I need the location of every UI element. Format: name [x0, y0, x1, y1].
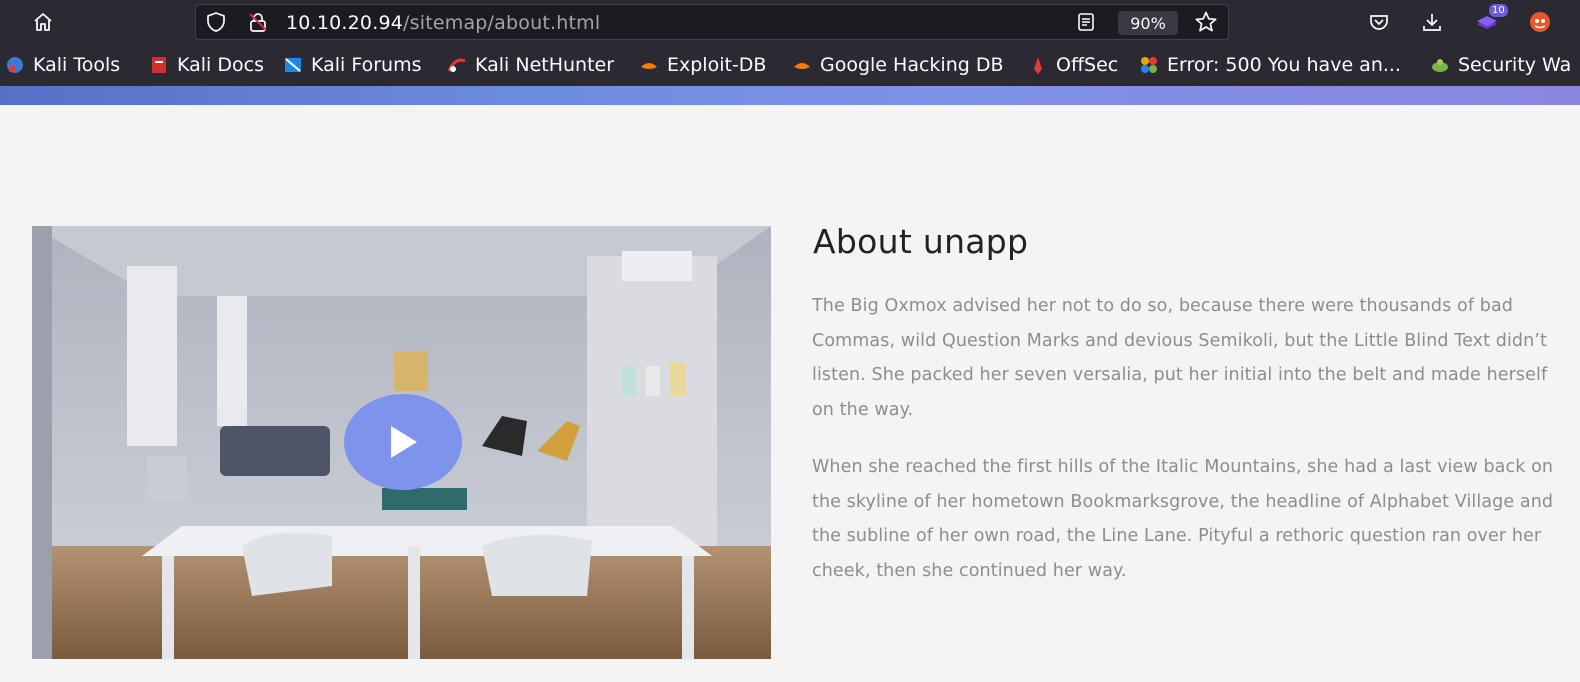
bookmark-label: Kali Forums [311, 54, 422, 76]
bookmark-offsec[interactable]: OffSec [1028, 44, 1118, 86]
lock-warning-icon[interactable] [246, 10, 270, 34]
about-paragraph-2: When she reached the first hills of the … [812, 457, 1554, 581]
about-paragraph-1: The Big Oxmox advised her not to do so, … [812, 296, 1548, 420]
exploit-db-icon [639, 55, 659, 75]
joomla-icon [1139, 55, 1159, 75]
bookmark-security-wa[interactable]: Security Wa [1430, 44, 1571, 86]
browser-toolbar: 10.10.20.94/sitemap/about.html 90% 10 [0, 0, 1580, 44]
bookmark-label: Kali Docs [177, 54, 264, 76]
bookmark-label: Google Hacking DB [820, 54, 1004, 76]
bookmark-kali-forums[interactable]: Kali Forums [283, 44, 422, 86]
about-heading: About unapp [813, 222, 1029, 261]
url-host: 10.10.20.94 [286, 12, 404, 34]
download-icon[interactable] [1420, 10, 1444, 34]
bookmark-kali-docs[interactable]: Kali Docs [149, 44, 264, 86]
bookmark-label: Kali NetHunter [475, 54, 615, 76]
kali-docs-icon [149, 55, 169, 75]
zoom-level-button[interactable]: 90% [1118, 11, 1178, 35]
ghdb-icon [792, 55, 812, 75]
pocket-icon[interactable] [1367, 10, 1391, 34]
extension-icon[interactable]: 10 [1475, 4, 1508, 34]
extension-badge: 10 [1489, 4, 1508, 17]
reader-view-icon[interactable] [1074, 10, 1098, 34]
bookmark-kali-nethunter[interactable]: Kali NetHunter [447, 44, 614, 86]
address-bar[interactable]: 10.10.20.94/sitemap/about.html 90% [195, 4, 1229, 40]
hero-banner-strip [0, 86, 1580, 105]
kali-forums-icon [283, 55, 303, 75]
url-path: /sitemap/about.html [403, 12, 601, 34]
bookmark-error-500[interactable]: Error: 500 You have an... [1139, 44, 1401, 86]
bookmark-google-hacking-db[interactable]: Google Hacking DB [792, 44, 1004, 86]
kali-tools-icon [5, 55, 25, 75]
bookmark-label: Security Wa [1458, 54, 1572, 76]
star-icon[interactable] [1194, 10, 1218, 34]
nethunter-icon [447, 55, 467, 75]
shield-icon[interactable] [204, 10, 228, 34]
play-icon [391, 426, 417, 458]
url-text[interactable]: 10.10.20.94/sitemap/about.html [286, 12, 600, 34]
security-icon [1430, 55, 1450, 75]
bookmark-label: Kali Tools [33, 54, 121, 76]
firefox-account-icon[interactable] [1528, 10, 1552, 34]
play-video-button[interactable] [344, 394, 462, 490]
bookmark-label: Exploit-DB [667, 54, 767, 76]
home-icon[interactable] [31, 10, 55, 34]
bookmark-exploit-db[interactable]: Exploit-DB [639, 44, 766, 86]
offsec-icon [1028, 55, 1048, 75]
bookmark-label: Error: 500 You have an... [1167, 54, 1401, 76]
bookmark-label: OffSec [1056, 54, 1119, 76]
bookmark-kali-tools[interactable]: Kali Tools [5, 44, 120, 86]
bookmarks-toolbar: Kali Tools Kali Docs Kali Forums Kali Ne… [0, 44, 1580, 86]
